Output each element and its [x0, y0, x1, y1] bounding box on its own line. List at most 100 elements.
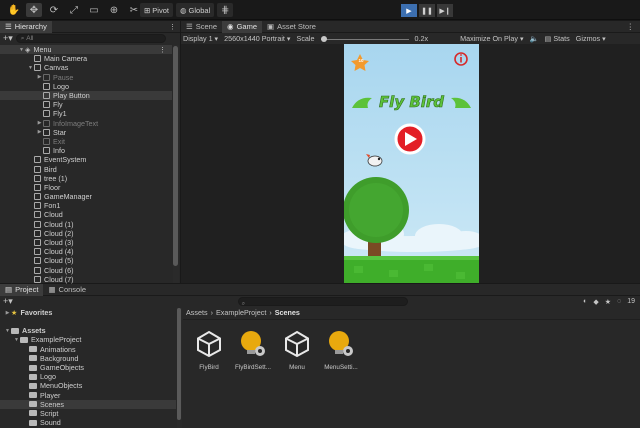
hierarchy-item[interactable]: Cloud (3)	[0, 238, 172, 247]
hierarchy-item[interactable]: Bird	[0, 164, 172, 174]
hierarchy-item[interactable]: Cloud (7)	[0, 275, 172, 284]
resolution-dropdown[interactable]: 2560x1440 Portrait ▾	[224, 34, 290, 43]
hierarchy-item[interactable]: Fon1	[0, 201, 172, 210]
hierarchy-item-label: Info	[53, 146, 65, 156]
project-folder-label: Script	[40, 408, 59, 418]
tab-asset-store[interactable]: ▣ Asset Store	[262, 21, 321, 33]
favorites-row[interactable]: ▶ ★ Favorites	[0, 308, 176, 317]
tab-hierarchy[interactable]: ☰ Hierarchy	[0, 20, 52, 33]
hierarchy-item[interactable]: Cloud (5)	[0, 256, 172, 265]
project-add-icon[interactable]: +▾	[3, 296, 13, 307]
assets-root-label: Assets	[22, 326, 46, 336]
transform-tool-icon[interactable]: ⊕	[106, 3, 122, 17]
project-tree-scroll-thumb[interactable]	[177, 308, 181, 420]
breadcrumb-scenes[interactable]: Scenes	[275, 308, 300, 317]
store-icon: ▣	[267, 22, 275, 31]
game-panel-menu-icon[interactable]: ⋮	[627, 22, 640, 31]
filter-by-label-icon[interactable]: ◆	[593, 298, 598, 306]
hierarchy-item[interactable]: ▶ Pause	[0, 73, 172, 82]
add-icon[interactable]: +▾	[3, 33, 13, 44]
project-folder-item[interactable]: Background	[0, 354, 176, 363]
hierarchy-item[interactable]: GameManager	[0, 192, 172, 201]
tab-scene[interactable]: ☰ Scene	[181, 21, 222, 33]
project-folder-item[interactable]: Scenes	[0, 399, 176, 409]
scale-slider-thumb[interactable]	[320, 35, 327, 42]
project-folder-item[interactable]: Player	[0, 391, 176, 400]
hierarchy-item[interactable]: Cloud (6)	[0, 266, 172, 275]
pivot-toggle[interactable]: ⊞ Pivot	[140, 3, 173, 17]
assets-root-row[interactable]: ▼ Assets	[0, 326, 176, 335]
breadcrumb-assets[interactable]: Assets	[186, 308, 208, 317]
favorite-star-icon[interactable]: ★	[605, 298, 611, 306]
hierarchy-item[interactable]: Exit	[0, 137, 172, 146]
collapse-arrow-icon[interactable]: ▼	[13, 337, 20, 343]
hierarchy-item[interactable]: ▶ Star	[0, 128, 172, 137]
project-folder-item[interactable]: MenuObjects	[0, 381, 176, 390]
hierarchy-item[interactable]: Cloud (4)	[0, 247, 172, 256]
hierarchy-item[interactable]: tree (1)	[0, 174, 172, 183]
hierarchy-item[interactable]: Info	[0, 146, 172, 155]
project-folder-item[interactable]: ▼ ExampleProject	[0, 335, 176, 344]
panel-menu-icon[interactable]: ⋮	[169, 23, 180, 31]
maximize-dropdown[interactable]: Maximize On Play ▾	[460, 34, 524, 43]
hierarchy-item-label: Pause	[53, 72, 74, 82]
hierarchy-search-input[interactable]: ⌕ All	[15, 34, 166, 43]
hierarchy-item[interactable]: Main Camera	[0, 54, 172, 63]
project-folder-item[interactable]: Animations	[0, 345, 176, 354]
hierarchy-item[interactable]: Logo	[0, 82, 172, 91]
hierarchy-item[interactable]: ▼ Canvas	[0, 63, 172, 72]
hierarchy-item[interactable]: Play Button	[0, 90, 172, 101]
project-folder-item[interactable]: Script	[0, 409, 176, 418]
tab-game[interactable]: ◉ Game	[222, 20, 262, 33]
tab-project[interactable]: ▤ Project	[0, 283, 44, 296]
hierarchy-item[interactable]: Cloud (2)	[0, 229, 172, 238]
scale-slider[interactable]	[320, 35, 409, 42]
project-folder-item[interactable]: GameObjects	[0, 363, 176, 372]
collapse-arrow-icon: ▼	[19, 46, 24, 53]
expand-arrow-icon[interactable]: ▶	[36, 129, 43, 135]
move-tool-icon[interactable]: ✥	[26, 3, 42, 17]
expand-arrow-icon[interactable]: ▶	[36, 120, 43, 126]
gameobject-cube-icon	[43, 110, 50, 118]
scene-asset[interactable]: FlyBird	[186, 330, 232, 371]
hierarchy-item[interactable]: Fly	[0, 100, 172, 109]
rect-tool-icon[interactable]: ▭	[86, 3, 102, 17]
hierarchy-item[interactable]: ▶ InfoImageText	[0, 119, 172, 128]
game-viewport[interactable]: 10 Fly Bird	[344, 44, 479, 283]
step-button[interactable]: ▶❙	[437, 4, 453, 17]
scene-root[interactable]: ▼ ◈ Menu ⋮	[0, 45, 172, 55]
filter-by-type-icon[interactable]: ◐	[583, 298, 587, 305]
hierarchy-item[interactable]: Cloud	[0, 210, 172, 219]
scale-tool-icon[interactable]: ⤢	[66, 3, 82, 17]
breadcrumb-exampleproject[interactable]: ExampleProject	[216, 308, 266, 317]
display-dropdown[interactable]: Display 1 ▾	[183, 34, 218, 43]
mute-audio-icon[interactable]: 🔈	[530, 34, 539, 43]
project-folder-item[interactable]: Logo	[0, 372, 176, 381]
scene-menu-icon[interactable]: ⋮	[159, 45, 172, 54]
grid-snap-icon[interactable]: ⋕	[217, 3, 234, 17]
rotate-tool-icon[interactable]: ⟳	[46, 3, 62, 17]
stats-button[interactable]: ▤ Stats	[545, 34, 570, 43]
project-tree-scrollbar[interactable]	[177, 308, 182, 428]
hierarchy-scroll-thumb[interactable]	[173, 46, 178, 266]
tab-console[interactable]: ▦ Console	[43, 284, 91, 296]
resolution-value: 2560x1440 Portrait	[224, 34, 285, 43]
gizmos-dropdown[interactable]: Gizmos ▾	[576, 34, 606, 43]
global-toggle[interactable]: ◍ Global	[175, 3, 215, 17]
hierarchy-item[interactable]: Floor	[0, 183, 172, 192]
expand-arrow-icon[interactable]: ▶	[36, 74, 43, 80]
lighting-settings-asset[interactable]: MenuSetti...	[318, 330, 364, 371]
hierarchy-item[interactable]: Cloud (1)	[0, 220, 172, 229]
collapse-arrow-icon[interactable]: ▼	[27, 65, 34, 71]
hidden-packages-icon[interactable]: ◌	[617, 298, 621, 305]
lighting-settings-asset[interactable]: FlyBirdSett...	[230, 330, 276, 371]
hand-tool-icon[interactable]: ✋	[6, 3, 22, 17]
project-search-input[interactable]: ⌕	[237, 297, 408, 307]
project-folder-item[interactable]: Sound	[0, 418, 176, 427]
scene-asset[interactable]: Menu	[274, 330, 320, 371]
hierarchy-item[interactable]: Fly1	[0, 109, 172, 118]
play-button[interactable]: ▶	[401, 4, 417, 17]
pause-button[interactable]: ❚❚	[419, 4, 435, 17]
hierarchy-item[interactable]: EventSystem	[0, 155, 172, 164]
hierarchy-scrollbar[interactable]	[173, 45, 179, 283]
